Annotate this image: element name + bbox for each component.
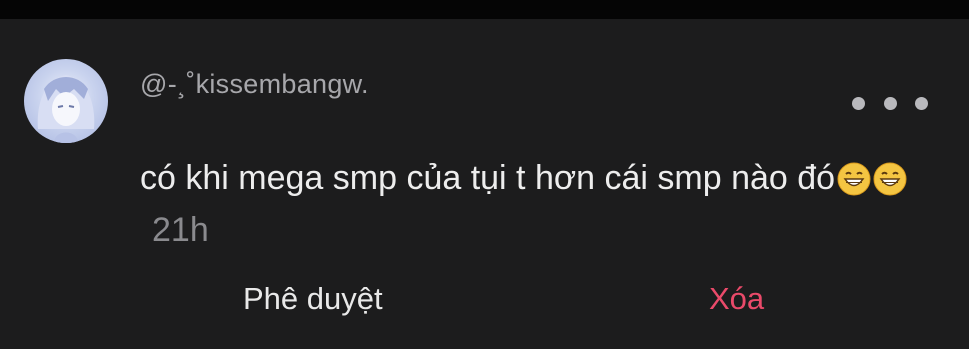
timestamp: 21h [152,211,209,249]
username[interactable]: @-¸˚kissembangw. [140,69,369,100]
avatar[interactable] [24,59,108,143]
dot [883,96,897,110]
dot [852,96,865,110]
top-bar [0,0,969,19]
dot [915,96,928,110]
comment-text: có khi mega smp của tụi t hơn cái smp nà… [140,159,836,197]
comment-card: @-¸˚kissembangw. có khi mega smp của tụi… [0,19,969,349]
emoji-group [837,162,907,196]
avatar-image [37,75,95,143]
grinning-face-icon [837,162,871,196]
comment-body: có khi mega smp của tụi t hơn cái smp nà… [140,152,940,256]
delete-button[interactable]: Xóa [709,281,764,317]
approve-button[interactable]: Phê duyệt [243,281,383,317]
grinning-face-icon [873,162,907,196]
more-options-icon[interactable] [852,91,928,115]
